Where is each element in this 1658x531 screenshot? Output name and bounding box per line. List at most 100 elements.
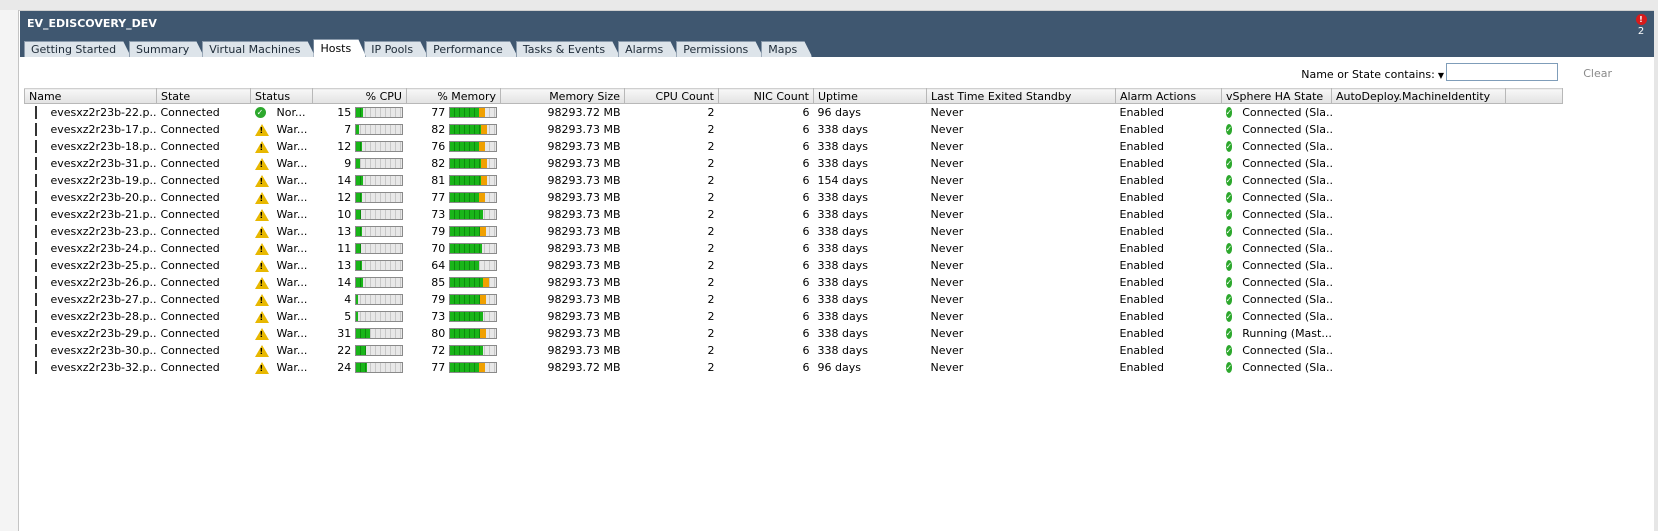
table-row[interactable]: evesxz2r23b-27.p...Connected War... 4 79 982… <box>25 291 1563 308</box>
last-time-exited-standby: Never <box>930 361 964 374</box>
host-name-cell[interactable]: evesxz2r23b-22.p... <box>25 104 157 122</box>
column-header-alarm-actions[interactable]: Alarm Actions <box>1115 88 1222 104</box>
table-row[interactable]: evesxz2r23b-31.p...Connected War... 9 82 982… <box>25 155 1563 172</box>
host-name-wrapper: evesxz2r23b-31.p... <box>29 157 157 170</box>
host-name: evesxz2r23b-27.p... <box>50 293 157 306</box>
ha-state-text: Connected (Sla... <box>1242 157 1332 170</box>
hosts-table: Name State Status% CPU% Memory Memory Size C… <box>24 88 1563 376</box>
table-row[interactable]: evesxz2r23b-25.p...Connected War... 13 64 98… <box>25 257 1563 274</box>
column-header-last-time-exited-standby[interactable]: Last Time Exited Standby <box>926 88 1116 104</box>
column-header-autodeploy-machineidentity[interactable]: AutoDeploy.MachineIdentity <box>1331 88 1506 104</box>
memory-percent: 73 <box>431 310 446 323</box>
host-name: evesxz2r23b-24.p... <box>50 242 157 255</box>
table-row[interactable]: evesxz2r23b-18.p...Connected War... 12 76 98… <box>25 138 1563 155</box>
tab-alarms[interactable]: Alarms <box>618 41 678 57</box>
host-name-cell[interactable]: evesxz2r23b-21.p... <box>25 206 157 223</box>
column-header-vsphere-ha-state[interactable]: vSphere HA State <box>1221 88 1332 104</box>
host-name-wrapper: evesxz2r23b-26.p... <box>29 276 157 289</box>
column-header-filler <box>1505 88 1563 104</box>
filter-input[interactable] <box>1446 63 1558 81</box>
table-row[interactable]: evesxz2r23b-19.p...Connected War... 14 81 98… <box>25 172 1563 189</box>
status-wrapper: War... <box>254 293 309 306</box>
table-row[interactable]: evesxz2r23b-24.p...Connected War... 11 70 98… <box>25 240 1563 257</box>
tab-summary[interactable]: Summary <box>129 41 204 57</box>
column-header-cpu-count[interactable]: CPU Count <box>624 88 719 104</box>
host-name-cell[interactable]: evesxz2r23b-18.p... <box>25 138 157 155</box>
cpu-percent: 22 <box>337 344 352 357</box>
host-name-cell[interactable]: evesxz2r23b-17.p... <box>25 121 157 138</box>
ok-icon: ✓ <box>254 107 266 118</box>
alarm-badge[interactable]: ! 2 <box>1634 14 1648 37</box>
memory-usage-cell: 79 <box>407 291 501 308</box>
alarm-actions: Enabled <box>1119 106 1164 119</box>
left-rail <box>0 10 19 531</box>
host-name-cell[interactable]: evesxz2r23b-20.p... <box>25 189 157 206</box>
last-time-exited-standby: Never <box>930 106 964 119</box>
server-host-icon <box>34 327 37 340</box>
tab-performance[interactable]: Performance <box>426 41 518 57</box>
last-time-exited-standby: Never <box>930 327 964 340</box>
table-row[interactable]: evesxz2r23b-29.p...Connected War... 31 80 98… <box>25 325 1563 342</box>
table-row[interactable]: evesxz2r23b-17.p...Connected War... 7 82 982… <box>25 121 1563 138</box>
ha-state-wrapper: ✓ Connected (Sla... <box>1225 106 1332 119</box>
memory-usage-fill <box>450 108 486 117</box>
host-name-cell[interactable]: evesxz2r23b-27.p... <box>25 291 157 308</box>
column-header-uptime[interactable]: Uptime <box>813 88 927 104</box>
column-header-nic-count[interactable]: NIC Count <box>718 88 814 104</box>
tab-hosts[interactable]: Hosts <box>313 39 366 57</box>
host-name-cell[interactable]: evesxz2r23b-31.p... <box>25 155 157 172</box>
host-name-cell[interactable]: evesxz2r23b-19.p... <box>25 172 157 189</box>
host-status-cell: ✓ Nor... <box>251 104 313 122</box>
clear-filter-link[interactable]: Clear <box>1583 67 1612 80</box>
cpu-usage-wrapper: 7 <box>317 123 403 136</box>
tab-virtual-machines[interactable]: Virtual Machines <box>202 41 315 57</box>
table-row[interactable]: evesxz2r23b-32.p...Connected War... 24 77 98… <box>25 359 1563 376</box>
cpu-usage-bar <box>355 158 403 169</box>
tab-permissions[interactable]: Permissions <box>676 41 763 57</box>
filler-cell <box>1506 121 1563 138</box>
ha-state-wrapper: ✓ Running (Mast... <box>1225 327 1332 340</box>
right-scrollbar[interactable] <box>1654 10 1658 531</box>
host-name-cell[interactable]: evesxz2r23b-32.p... <box>25 359 157 376</box>
memory-usage-cell: 79 <box>407 223 501 240</box>
host-status-cell: War... <box>251 172 313 189</box>
table-row[interactable]: evesxz2r23b-20.p...Connected War... 12 77 98… <box>25 189 1563 206</box>
server-host-icon <box>34 361 37 374</box>
host-name-cell[interactable]: evesxz2r23b-30.p... <box>25 342 157 359</box>
ha-state-wrapper: ✓ Connected (Sla... <box>1225 293 1332 306</box>
tab-ip-pools[interactable]: IP Pools <box>364 41 428 57</box>
host-name-cell[interactable]: evesxz2r23b-26.p... <box>25 274 157 291</box>
tab-maps[interactable]: Maps <box>761 41 812 57</box>
table-row[interactable]: evesxz2r23b-23.p...Connected War... 13 79 98… <box>25 223 1563 240</box>
table-row[interactable]: evesxz2r23b-26.p...Connected War... 14 85 98… <box>25 274 1563 291</box>
ha-state-wrapper: ✓ Connected (Sla... <box>1225 157 1332 170</box>
memory-usage-cell: 72 <box>407 342 501 359</box>
host-name-cell[interactable]: evesxz2r23b-24.p... <box>25 240 157 257</box>
column-header-cpu[interactable]: % CPU <box>312 88 407 104</box>
host-name-cell[interactable]: evesxz2r23b-28.p... <box>25 308 157 325</box>
status-wrapper: War... <box>254 276 309 289</box>
tab-getting-started[interactable]: Getting Started <box>24 41 131 57</box>
cpu-usage-wrapper: 12 <box>317 191 403 204</box>
table-row[interactable]: evesxz2r23b-30.p...Connected War... 22 72 98… <box>25 342 1563 359</box>
table-row[interactable]: evesxz2r23b-28.p...Connected War... 5 73 982… <box>25 308 1563 325</box>
column-header-memory-size[interactable]: Memory Size <box>500 88 625 104</box>
column-header-status[interactable]: Status <box>250 88 313 104</box>
tab-tasks-events[interactable]: Tasks & Events <box>516 41 620 57</box>
column-header-memory[interactable]: % Memory <box>406 88 501 104</box>
filler-cell <box>1506 104 1563 122</box>
memory-percent: 79 <box>431 293 446 306</box>
column-header-state[interactable]: State <box>156 88 251 104</box>
cpu-usage-wrapper: 13 <box>317 225 403 238</box>
filter-field-selector[interactable]: Name or State contains: ▼ <box>1301 68 1444 81</box>
table-row[interactable]: evesxz2r23b-21.p...Connected War... 10 73 98… <box>25 206 1563 223</box>
column-header-name[interactable]: Name <box>24 88 157 104</box>
table-row[interactable]: evesxz2r23b-22.p... Connected ✓ Nor... 15 77 9… <box>25 104 1563 122</box>
host-name-cell[interactable]: evesxz2r23b-29.p... <box>25 325 157 342</box>
host-name-cell[interactable]: evesxz2r23b-23.p... <box>25 223 157 240</box>
alarm-icon: ! <box>1635 14 1647 25</box>
status-wrapper: War... <box>254 310 309 323</box>
memory-usage-wrapper: 73 <box>411 208 497 221</box>
host-name-cell[interactable]: evesxz2r23b-25.p... <box>25 257 157 274</box>
memory-usage-fill <box>450 295 486 304</box>
